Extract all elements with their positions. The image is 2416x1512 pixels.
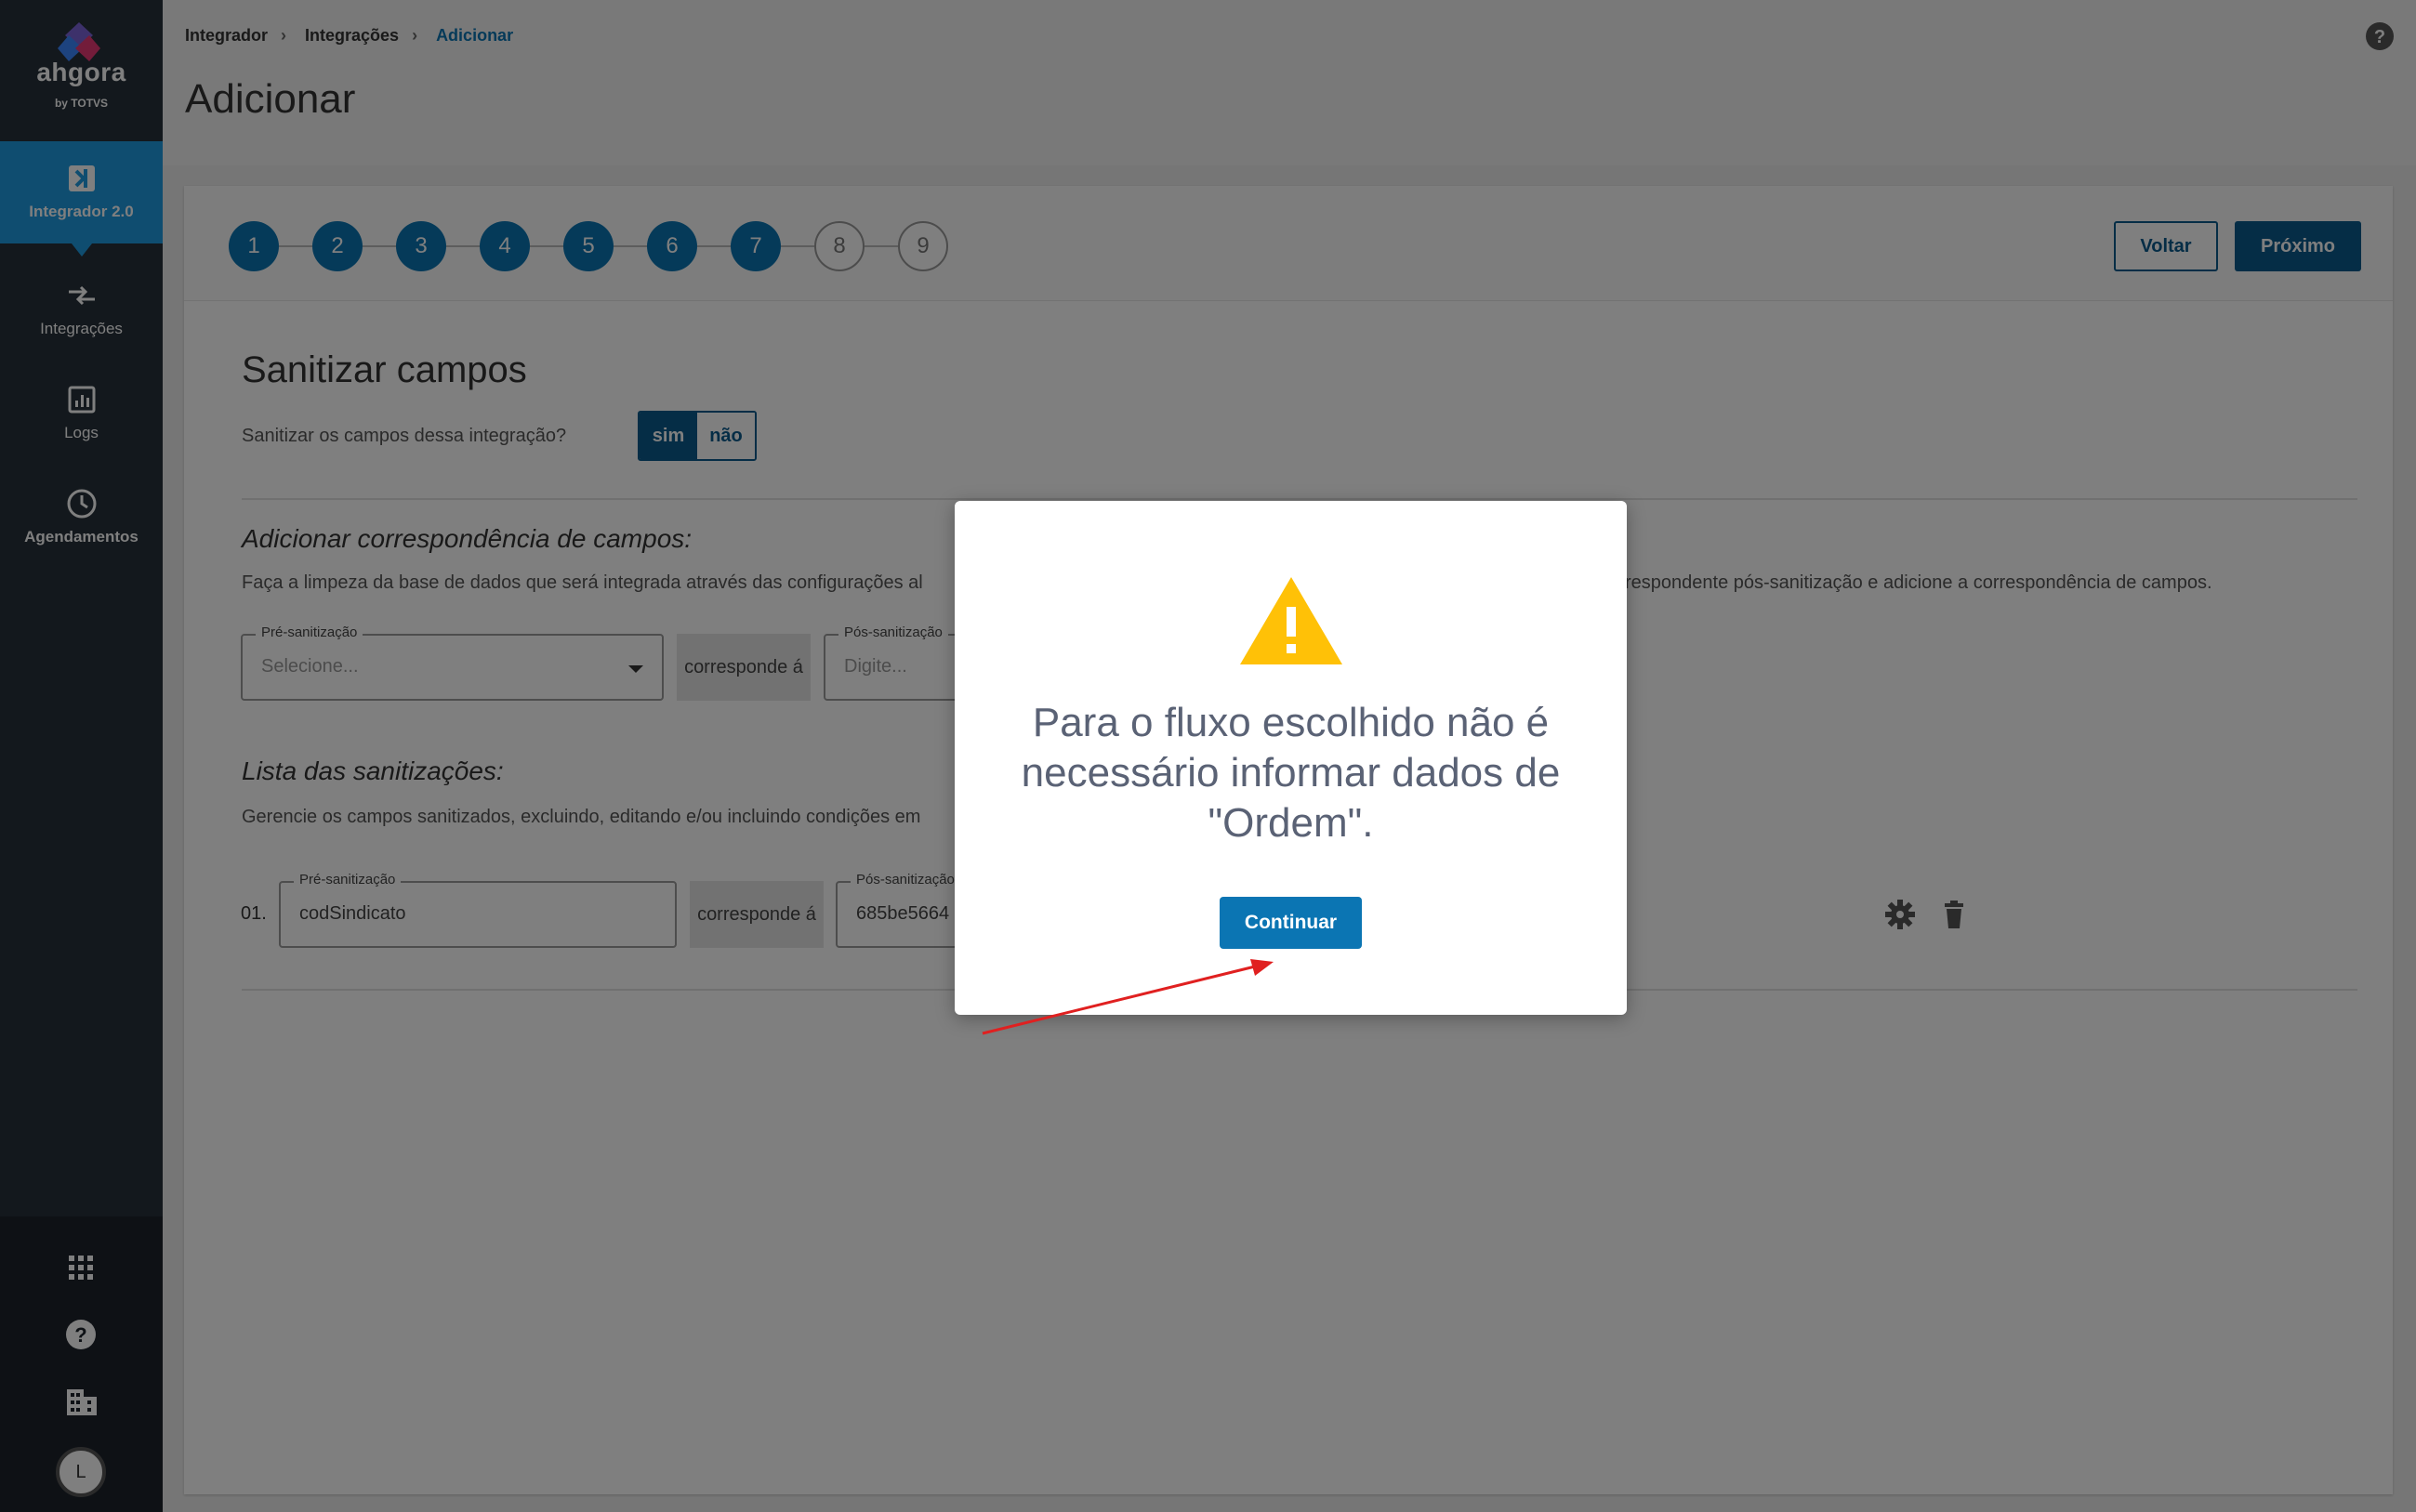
warning-icon [1240,577,1342,664]
alert-modal: Para o fluxo escolhido não é necessário … [955,501,1627,1015]
modal-message: Para o fluxo escolhido não é necessário … [1021,700,1561,846]
continue-button[interactable]: Continuar [1220,897,1362,949]
